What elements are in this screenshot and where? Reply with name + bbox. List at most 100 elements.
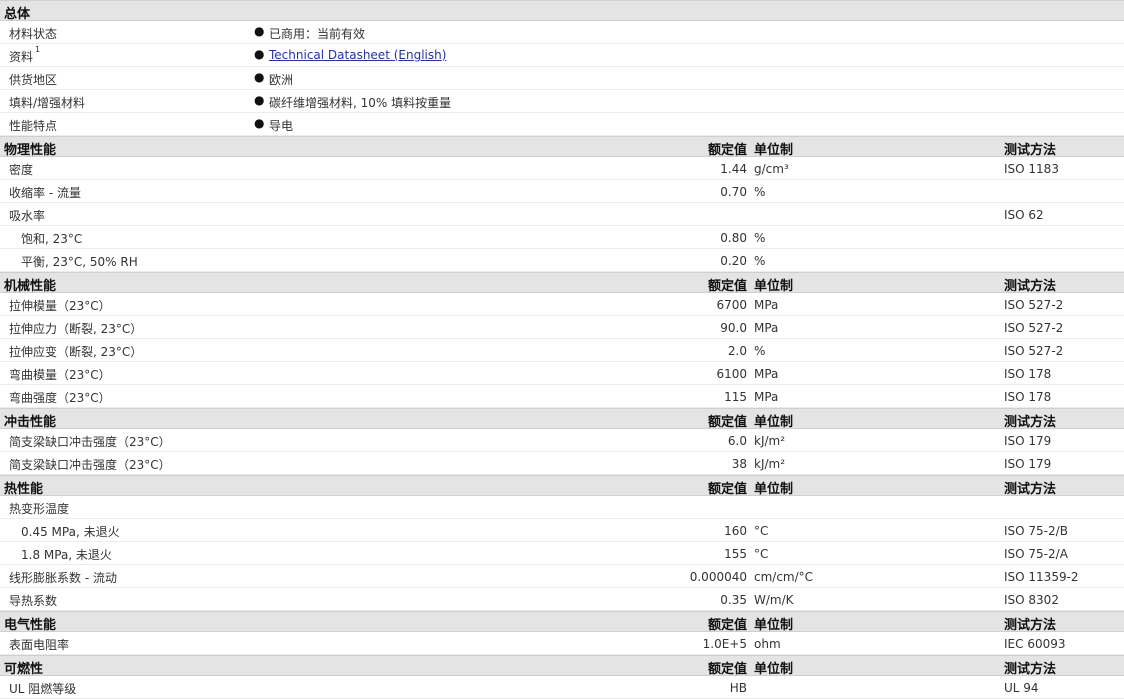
property-value: 1.0E+5: [702, 637, 747, 651]
general-row: 供货地区 ● 欧洲: [0, 67, 1124, 90]
property-unit: MPa: [754, 367, 779, 381]
section-header: 热性能 额定值 单位制 测试方法: [0, 475, 1124, 497]
property-unit: %: [754, 254, 766, 268]
test-method: ISO 527-2: [1004, 344, 1064, 358]
property-value: 155: [724, 547, 747, 561]
row-label: 填料/增强材料: [9, 96, 86, 110]
section-title: 机械性能: [4, 279, 57, 294]
property-value: 6700: [716, 298, 747, 312]
property-label: 拉伸模量（23°C）: [9, 299, 111, 313]
row-label: 资料1: [9, 45, 41, 64]
col-header-method: 测试方法: [1004, 482, 1057, 497]
row-label: 性能特点: [9, 119, 58, 133]
property-label: 表面电阻率: [9, 638, 70, 652]
test-method: ISO 178: [1004, 367, 1052, 381]
property-value: 38: [731, 457, 747, 471]
property-unit: kJ/m²: [754, 434, 786, 448]
row-value: Technical Datasheet (English): [269, 48, 446, 62]
property-label: 吸水率: [9, 209, 46, 223]
property-label: 0.45 MPa, 未退火: [21, 525, 120, 539]
property-unit: °C: [754, 524, 769, 538]
general-rows: 材料状态 ● 已商用：当前有效 资料1 ● Technical Datasheet (En…: [0, 21, 1124, 136]
col-header-unit: 单位制: [754, 618, 794, 633]
test-method: ISO 62: [1004, 208, 1044, 222]
section-title: 总体: [4, 7, 31, 22]
property-label: 简支梁缺口冲击强度（23°C）: [9, 435, 171, 449]
test-method: ISO 8302: [1004, 593, 1059, 607]
col-header-method: 测试方法: [1004, 415, 1057, 430]
property-row: UL 阻燃等级 HB UL 94: [0, 676, 1124, 699]
row-value: 碳纤维增强材料, 10% 填料按重量: [269, 96, 452, 110]
test-method: ISO 179: [1004, 434, 1052, 448]
col-header-value: 额定值: [707, 482, 747, 497]
test-method: ISO 11359-2: [1004, 570, 1079, 584]
property-row: 收缩率 - 流量 0.70%: [0, 180, 1124, 203]
property-value: 6.0: [727, 434, 747, 448]
bullet-icon: ●: [254, 116, 265, 130]
property-value: 115: [724, 390, 747, 404]
property-row: 0.45 MPa, 未退火 160 °C ISO 75-2/B: [0, 519, 1124, 542]
property-value: 0.80: [720, 231, 747, 245]
row-value: 欧洲: [269, 73, 294, 87]
section-title: 物理性能: [4, 143, 57, 158]
property-row: 线形膨胀系数 - 流动 0.000040 cm/cm/°C ISO 11359-2: [0, 565, 1124, 588]
col-header-unit: 单位制: [754, 143, 794, 158]
datasheet-table: 总体 材料状态 ● 已商用：当前有效 资料1 ● Technical Datasheet …: [0, 0, 1124, 699]
col-header-unit: 单位制: [754, 482, 794, 497]
section-header: 机械性能 额定值 单位制 测试方法: [0, 272, 1124, 294]
property-value: 0.000040: [689, 570, 747, 584]
section-header: 可燃性 额定值 单位制 测试方法: [0, 655, 1124, 677]
property-row: 拉伸应力（断裂, 23°C） 90.0 MPa ISO 527-2: [0, 316, 1124, 339]
property-row: 弯曲模量（23°C） 6100 MPa ISO 178: [0, 362, 1124, 385]
property-value: 0.20: [720, 254, 747, 268]
property-label: 拉伸应力（断裂, 23°C）: [9, 322, 143, 336]
property-row: 拉伸应变（断裂, 23°C） 2.0% ISO 527-2: [0, 339, 1124, 362]
section-header: 电气性能 额定值 单位制 测试方法: [0, 611, 1124, 633]
property-unit: W/m/K: [754, 593, 794, 607]
property-unit: %: [754, 344, 766, 358]
col-header-value: 额定值: [707, 415, 747, 430]
property-label: UL 阻燃等级: [9, 682, 77, 696]
property-value: HB: [729, 681, 747, 695]
test-method: ISO 178: [1004, 390, 1052, 404]
property-unit: cm/cm/°C: [754, 570, 814, 584]
col-header-method: 测试方法: [1004, 143, 1057, 158]
property-unit: °C: [754, 547, 769, 561]
property-label: 简支梁缺口冲击强度（23°C）: [9, 458, 171, 472]
bullet-icon: ●: [254, 93, 265, 107]
col-header-method: 测试方法: [1004, 618, 1057, 633]
property-label: 线形膨胀系数 - 流动: [9, 571, 117, 585]
property-label: 饱和, 23°C: [21, 232, 83, 246]
test-method: ISO 527-2: [1004, 321, 1064, 335]
col-header-unit: 单位制: [754, 662, 794, 677]
col-header-value: 额定值: [707, 618, 747, 633]
datasheet-link[interactable]: Technical Datasheet (English): [269, 48, 446, 62]
property-label: 弯曲强度（23°C）: [9, 391, 111, 405]
bullet-icon: ●: [254, 70, 265, 84]
property-row: 简支梁缺口冲击强度（23°C） 38 kJ/m² ISO 179: [0, 452, 1124, 475]
property-value: 0.70: [720, 185, 747, 199]
section-title: 冲击性能: [4, 415, 57, 430]
property-label: 拉伸应变（断裂, 23°C）: [9, 345, 143, 359]
property-row: 密度 1.44 g/cm³ ISO 1183: [0, 157, 1124, 180]
col-header-value: 额定值: [707, 279, 747, 294]
test-method: ISO 1183: [1004, 162, 1059, 176]
property-row: 导热系数 0.35 W/m/K ISO 8302: [0, 588, 1124, 611]
col-header-method: 测试方法: [1004, 279, 1057, 294]
property-row: 平衡, 23°C, 50% RH 0.20%: [0, 249, 1124, 272]
property-unit: g/cm³: [754, 162, 789, 176]
property-row: 简支梁缺口冲击强度（23°C） 6.0 kJ/m² ISO 179: [0, 429, 1124, 452]
property-value: 6100: [716, 367, 747, 381]
col-header-unit: 单位制: [754, 279, 794, 294]
bullet-icon: ●: [254, 47, 265, 61]
property-value: 160: [724, 524, 747, 538]
property-unit: MPa: [754, 321, 779, 335]
property-row: 1.8 MPa, 未退火 155 °C ISO 75-2/A: [0, 542, 1124, 565]
property-unit: ohm: [754, 637, 781, 651]
section-title: 电气性能: [4, 618, 57, 633]
row-label: 供货地区: [9, 73, 58, 87]
col-header-value: 额定值: [707, 143, 747, 158]
property-label: 1.8 MPa, 未退火: [21, 548, 112, 562]
property-label: 弯曲模量（23°C）: [9, 368, 111, 382]
section-header: 物理性能 额定值 单位制 测试方法: [0, 136, 1124, 158]
